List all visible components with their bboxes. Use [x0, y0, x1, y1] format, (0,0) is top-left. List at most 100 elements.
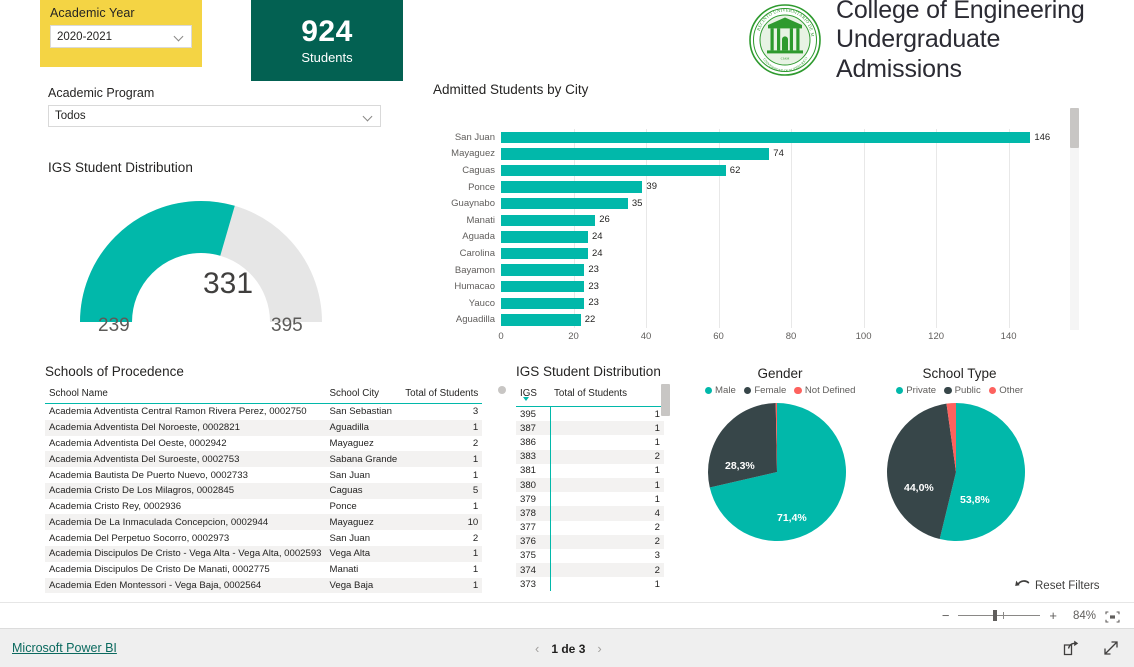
table-row[interactable]: Academia Bautista De Puerto Nuevo, 00027…: [45, 467, 482, 483]
table-row[interactable]: 383 2: [516, 449, 664, 464]
visual-table-igs-distribution[interactable]: IGS Student Distribution IGS Total of St…: [516, 364, 664, 602]
gender-pie-body: 71,4% 28,3%: [695, 402, 865, 542]
legend-item[interactable]: Private: [895, 385, 936, 396]
zoom-slider[interactable]: [958, 610, 1041, 621]
bar-segment[interactable]: [501, 264, 585, 276]
fit-to-page-icon[interactable]: [1105, 610, 1120, 623]
table-row[interactable]: 381 1: [516, 463, 664, 478]
legend-item[interactable]: Male: [704, 385, 736, 396]
visual-pie-school-type[interactable]: School Type Private Public Other 53,8% 4…: [872, 366, 1047, 542]
bar-chart-row[interactable]: Ponce 39: [433, 179, 1073, 196]
bar-chart-row[interactable]: Mayaguez 74: [433, 146, 1073, 163]
bar-value-label: 23: [588, 280, 599, 292]
bar-chart-row[interactable]: San Juan 146: [433, 129, 1073, 146]
schools-table[interactable]: School Name School City Total of Student…: [45, 386, 483, 594]
bar-chart-row[interactable]: Humacao 23: [433, 278, 1073, 295]
table-row[interactable]: 377 2: [516, 520, 664, 535]
table-row[interactable]: 395 1: [516, 407, 664, 422]
bar-chart-row[interactable]: Aguada 24: [433, 229, 1073, 246]
report-canvas: Academic Year 2020-2021 924 Students Aca…: [0, 0, 1134, 602]
kpi-card-students[interactable]: 924 Students: [251, 0, 403, 81]
visual-pie-gender[interactable]: Gender Male Female Not Defined 71,4% 28,…: [695, 366, 865, 542]
scrollbar-thumb[interactable]: [1070, 108, 1079, 148]
table-row[interactable]: 375 3: [516, 548, 664, 564]
bar-segment[interactable]: [501, 214, 596, 226]
bar-segment[interactable]: [501, 164, 726, 177]
slicer-academic-year[interactable]: Academic Year 2020-2021: [40, 0, 202, 67]
table-row[interactable]: Academia De La Inmaculada Concepcion, 00…: [45, 514, 483, 531]
bar-segment[interactable]: [501, 197, 628, 210]
table-row[interactable]: 374 2: [516, 563, 664, 578]
bar-segment[interactable]: [501, 148, 770, 160]
table-row[interactable]: 373 1: [516, 577, 664, 592]
bar-chart-row[interactable]: Caguas 62: [433, 162, 1073, 179]
bar-segment[interactable]: [501, 314, 581, 326]
table-cell: 2: [550, 563, 664, 578]
table-row[interactable]: 380 1: [516, 477, 664, 493]
table-row[interactable]: Academia Adventista Del Noroeste, 000282…: [45, 419, 483, 436]
igs-table[interactable]: IGS Total of Students: [516, 386, 664, 407]
zoom-slider-thumb[interactable]: [992, 610, 997, 621]
share-icon[interactable]: [1062, 639, 1080, 657]
igs-table-scrollbar[interactable]: [661, 384, 670, 580]
fullscreen-expand-icon[interactable]: [1102, 639, 1120, 657]
column-header-school-name[interactable]: School Name: [45, 386, 326, 404]
table-row[interactable]: Academia Cristo Rey, 0002936 Ponce 1: [45, 499, 482, 515]
column-header-school-city[interactable]: School City: [325, 386, 402, 404]
legend-item[interactable]: Female: [743, 385, 786, 396]
bar-segment[interactable]: [501, 181, 643, 193]
chevron-right-icon[interactable]: ›: [597, 641, 601, 656]
visual-gauge-igs-distribution[interactable]: IGS Student Distribution 331 239 395: [48, 160, 408, 340]
chevron-left-icon[interactable]: ‹: [535, 641, 539, 656]
table-row[interactable]: Academia Adventista Del Oeste, 0002942 Ma…: [45, 436, 482, 452]
visual-table-schools-of-procedence[interactable]: Schools of Procedence School Name School…: [45, 364, 483, 594]
scrollbar-thumb[interactable]: [498, 386, 506, 394]
bar-segment[interactable]: [501, 297, 585, 309]
bar-chart-row[interactable]: Manati 26: [433, 212, 1073, 229]
legend-item[interactable]: Other: [988, 385, 1023, 396]
table-row[interactable]: Academia Adventista Del Suroeste, 000275…: [45, 451, 483, 468]
table-row[interactable]: Academia Del Perpetuo Socorro, 0002973 Sa…: [45, 530, 482, 546]
table-row[interactable]: Academia Adventista Central Ramon Rivera…: [45, 404, 482, 420]
bar-chart-row[interactable]: Carolina 24: [433, 245, 1073, 262]
slicer-academic-year-dropdown[interactable]: 2020-2021: [50, 25, 192, 48]
bar-category-label: Ponce: [468, 181, 495, 193]
legend-item[interactable]: Not Defined: [794, 385, 855, 396]
table-row[interactable]: Academia Discipulos De Cristo - Vega Alt…: [45, 546, 483, 562]
bar-chart-row[interactable]: Yauco 23: [433, 295, 1073, 312]
scrollbar-thumb[interactable]: [661, 384, 670, 416]
slicer-academic-program-dropdown[interactable]: Todos: [48, 105, 381, 127]
reset-filters-button[interactable]: Reset Filters: [1015, 578, 1100, 594]
table-row[interactable]: Academia Eden Montessori - Vega Baja, 00…: [45, 577, 483, 594]
column-header-igs[interactable]: IGS: [516, 386, 550, 407]
microsoft-power-bi-link[interactable]: Microsoft Power BI: [12, 641, 117, 655]
table-row[interactable]: 387 1: [516, 421, 664, 436]
legend-swatch: [895, 386, 904, 395]
column-header-total-students[interactable]: Total of Students: [550, 386, 664, 407]
bar-category-label: Manati: [466, 214, 495, 226]
bar-segment[interactable]: [501, 131, 1031, 143]
bar-segment[interactable]: [501, 280, 585, 293]
bar-chart-row[interactable]: Bayamon 23: [433, 262, 1073, 279]
slicer-academic-program[interactable]: Academic Program Todos: [48, 86, 381, 127]
bar-segment[interactable]: [501, 247, 589, 260]
column-header-total-students[interactable]: Total of Students: [401, 386, 483, 404]
zoom-in-button[interactable]: +: [1049, 609, 1057, 622]
bar-value-label: 24: [592, 231, 603, 243]
schools-table-scrollbar[interactable]: [498, 386, 506, 394]
table-row[interactable]: 378 4: [516, 506, 664, 521]
visual-bar-admitted-by-city[interactable]: Admitted Students by City San Juan 146 May…: [433, 82, 1133, 342]
table-row[interactable]: Academia Cristo De Los Milagros, 0002845…: [45, 482, 483, 499]
table-row[interactable]: 386 1: [516, 435, 664, 450]
bar-category-label: Aguadilla: [455, 314, 495, 326]
bar-chart-row[interactable]: Guaynabo 35: [433, 195, 1073, 212]
table-row[interactable]: 376 2: [516, 534, 664, 549]
table-row[interactable]: Academia Discipulos De Cristo De Manati,…: [45, 562, 482, 578]
zoom-out-button[interactable]: −: [942, 609, 950, 622]
bar-chart-scrollbar[interactable]: [1070, 108, 1079, 330]
bar-segment[interactable]: [501, 231, 589, 243]
table-row[interactable]: 379 1: [516, 492, 664, 507]
legend-item[interactable]: Public: [944, 385, 981, 396]
sort-descending-icon[interactable]: [523, 397, 529, 401]
bar-chart-row[interactable]: Aguadilla 22: [433, 312, 1073, 329]
